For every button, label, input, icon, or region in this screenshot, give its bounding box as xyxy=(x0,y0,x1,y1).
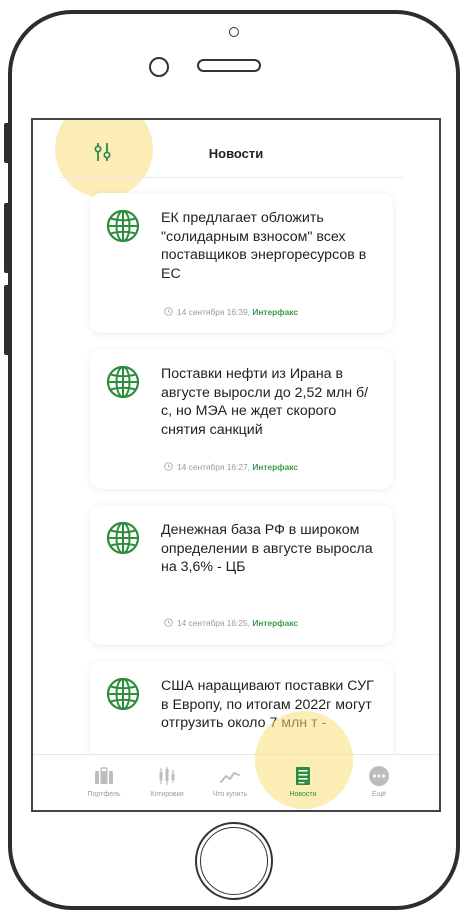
candlestick-icon xyxy=(159,767,175,785)
news-meta: 14 сентября 16:39, Интерфакс xyxy=(164,307,298,317)
news-headline: ЕК предлагает обложить "солидарным взнос… xyxy=(161,210,367,282)
trend-icon xyxy=(220,772,240,783)
front-sensor-icon xyxy=(149,57,169,77)
tab-what-to-buy[interactable]: Что купить xyxy=(197,755,263,810)
more-icon xyxy=(369,766,389,786)
globe-icon xyxy=(106,209,140,243)
bottom-tab-bar: Портфель Котировки Что купить Новости Ещ… xyxy=(33,711,439,810)
tab-quotes[interactable]: Котировки xyxy=(134,755,200,810)
home-button-ring xyxy=(200,827,268,895)
clock-icon xyxy=(164,307,173,316)
briefcase-icon xyxy=(95,767,113,784)
tab-label: Новости xyxy=(289,791,317,798)
camera-icon xyxy=(229,27,239,37)
tab-more[interactable]: Ещё xyxy=(346,755,412,810)
news-time: 14 сентября 16:25 xyxy=(177,618,248,628)
tab-label: Что купить xyxy=(212,791,248,798)
app-screen: Новости ЕК предлагает обложить "солидарн… xyxy=(31,118,441,812)
tab-news[interactable]: Новости xyxy=(270,755,336,810)
news-headline: Денежная база РФ в широком определении в… xyxy=(161,522,373,575)
clock-icon xyxy=(164,462,173,471)
news-time: 14 сентября 16:27 xyxy=(177,462,248,472)
newspaper-icon xyxy=(296,767,310,785)
header-divider xyxy=(59,177,403,178)
tab-label: Котировки xyxy=(150,791,184,798)
news-card[interactable]: Денежная база РФ в широком определении в… xyxy=(90,505,393,645)
globe-icon xyxy=(106,677,140,711)
speaker-grille xyxy=(197,59,261,72)
news-source[interactable]: Интерфакс xyxy=(252,307,298,317)
news-card[interactable]: ЕК предлагает обложить "солидарным взнос… xyxy=(90,193,393,333)
tab-portfolio[interactable]: Портфель xyxy=(71,755,137,810)
news-meta: 14 сентября 16:25, Интерфакс xyxy=(164,618,298,628)
clock-icon xyxy=(164,618,173,627)
news-headline: Поставки нефти из Ирана в августе выросл… xyxy=(161,366,369,438)
page-title: Новости xyxy=(208,146,264,161)
globe-icon xyxy=(106,365,140,399)
globe-icon xyxy=(106,521,140,555)
news-feed[interactable]: ЕК предлагает обложить "солидарным взнос… xyxy=(33,180,439,755)
news-source[interactable]: Интерфакс xyxy=(252,618,298,628)
app-header: Новости xyxy=(33,120,439,178)
news-meta: 14 сентября 16:27, Интерфакс xyxy=(164,462,298,472)
tab-label: Ещё xyxy=(371,791,387,798)
tab-label: Портфель xyxy=(87,791,121,798)
news-time: 14 сентября 16:39 xyxy=(177,307,248,317)
news-card[interactable]: Поставки нефти из Ирана в августе выросл… xyxy=(90,349,393,489)
news-source[interactable]: Интерфакс xyxy=(252,462,298,472)
